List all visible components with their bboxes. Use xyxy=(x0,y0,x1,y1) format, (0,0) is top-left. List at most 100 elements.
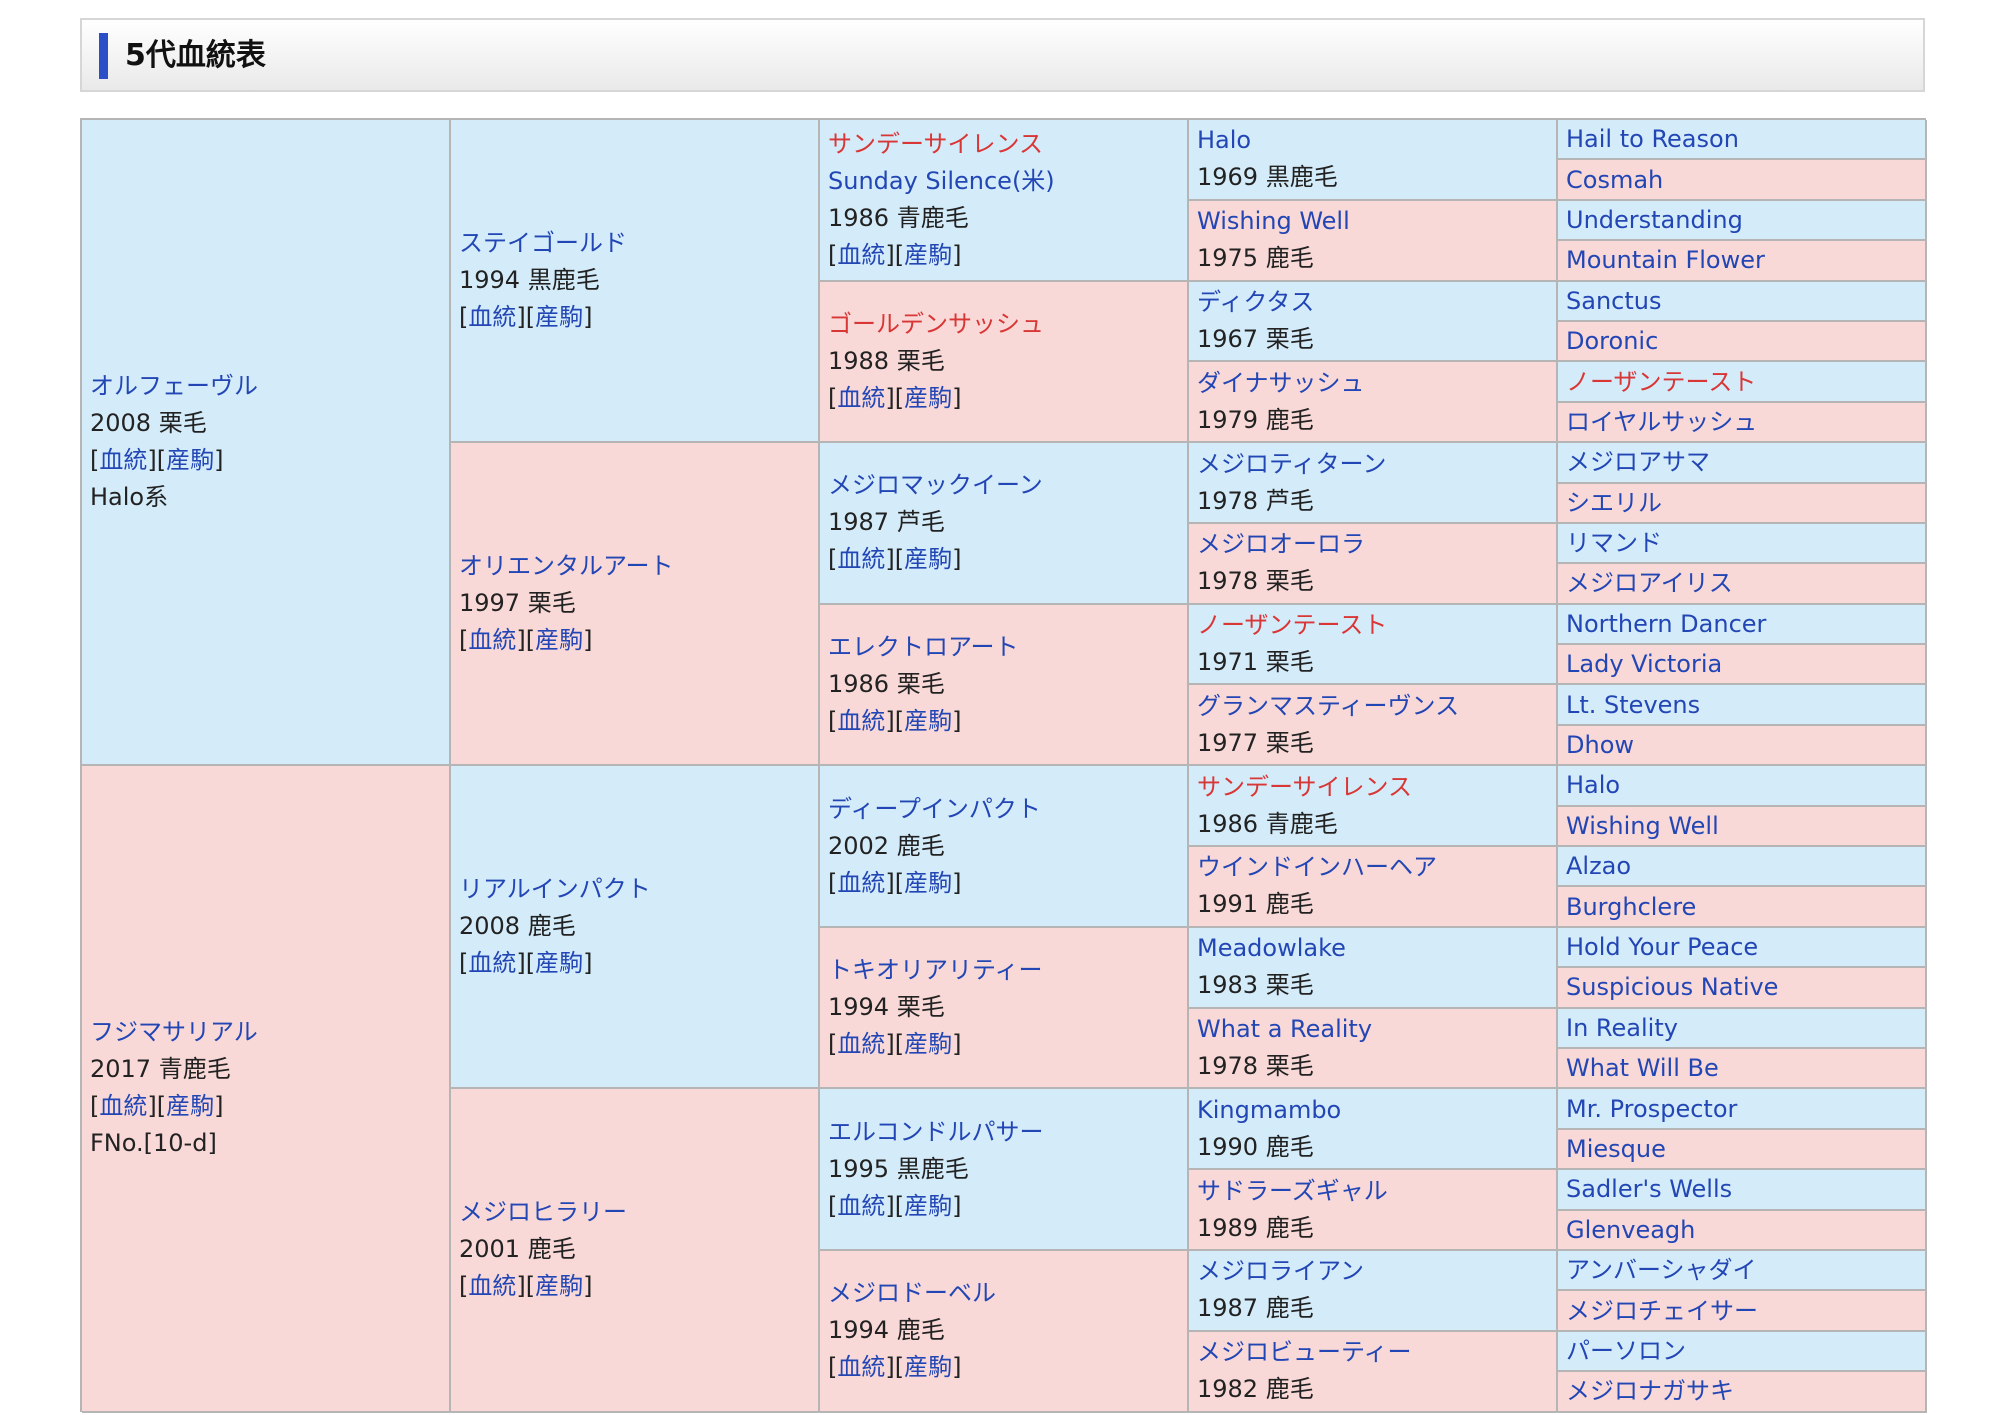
horse-name-link[interactable]: Northern Dancer xyxy=(1566,610,1766,638)
pedigree-cell-gen5-1: Cosmah xyxy=(1558,160,1927,201)
offspring-link[interactable]: 産駒 xyxy=(904,1353,952,1381)
horse-name-link[interactable]: Sanctus xyxy=(1566,287,1661,315)
offspring-link[interactable]: 産駒 xyxy=(166,446,214,474)
bloodline-link[interactable]: 血統 xyxy=(837,1030,885,1058)
horse-name-link[interactable]: ステイゴールド xyxy=(459,229,627,257)
pedigree-cell-gen4-4: メジロティターン 1978 芦毛 xyxy=(1189,443,1558,524)
horse-name-link[interactable]: Meadowlake xyxy=(1197,934,1346,962)
bloodline-link[interactable]: 血統 xyxy=(837,1192,885,1220)
horse-name-link[interactable]: Alzao xyxy=(1566,852,1631,880)
horse-birth-info: 1978 栗毛 xyxy=(1197,567,1314,596)
horse-name-link[interactable]: What a Reality xyxy=(1197,1015,1372,1043)
horse-name-link[interactable]: What Will Be xyxy=(1566,1054,1719,1082)
horse-name-link[interactable]: メジロオーロラ xyxy=(1197,530,1365,558)
horse-name-link[interactable]: Doronic xyxy=(1566,327,1658,355)
bloodline-link[interactable]: 血統 xyxy=(468,626,516,654)
horse-name-link[interactable]: Lady Victoria xyxy=(1566,650,1722,678)
horse-name-link[interactable]: エレクトロアート xyxy=(828,633,1019,661)
offspring-link[interactable]: 産駒 xyxy=(904,707,952,735)
horse-name-link[interactable]: ウインドインハーヘア xyxy=(1197,853,1437,881)
horse-name-link[interactable]: Mr. Prospector xyxy=(1566,1095,1737,1123)
bloodline-link[interactable]: 血統 xyxy=(468,1272,516,1300)
horse-name-link[interactable]: ノーザンテースト xyxy=(1197,611,1387,639)
bloodline-link[interactable]: 血統 xyxy=(837,869,885,897)
pedigree-cell-gen5-25: Miesque xyxy=(1558,1129,1927,1171)
offspring-link[interactable]: 産駒 xyxy=(535,626,583,654)
horse-name-link[interactable]: リマンド xyxy=(1566,529,1662,557)
horse-name-link[interactable]: ロイヤルサッシュ xyxy=(1566,408,1757,436)
horse-name-link[interactable]: パーソロン xyxy=(1566,1337,1686,1365)
horse-name-link[interactable]: Miesque xyxy=(1566,1135,1666,1163)
offspring-link[interactable]: 産駒 xyxy=(904,241,952,269)
horse-name-link[interactable]: Burghclere xyxy=(1566,893,1696,921)
horse-birth-info: 1986 青鹿毛 xyxy=(828,203,969,232)
bloodline-link[interactable]: 血統 xyxy=(99,1092,147,1120)
horse-name-link[interactable]: メジロアサマ xyxy=(1566,448,1710,476)
pedigree-cell-gen2-3: メジロヒラリー 2001 鹿毛 [血統][産駒] xyxy=(451,1089,820,1413)
horse-name-link[interactable]: メジロマックイーン xyxy=(828,471,1043,499)
horse-name-link[interactable]: メジロライアン xyxy=(1197,1257,1364,1285)
horse-name-link[interactable]: In Reality xyxy=(1566,1014,1678,1042)
offspring-link[interactable]: 産駒 xyxy=(166,1092,214,1120)
horse-name-link[interactable]: Kingmambo xyxy=(1197,1096,1341,1124)
horse-name-link[interactable]: Glenveagh xyxy=(1566,1216,1695,1244)
horse-name-link[interactable]: ゴールデンサッシュ xyxy=(828,310,1044,338)
horse-name-link[interactable]: ノーザンテースト xyxy=(1566,368,1756,396)
horse-name-link[interactable]: ディクタス xyxy=(1197,288,1314,316)
horse-name-link[interactable]: アンバーシャダイ xyxy=(1566,1256,1757,1284)
bracket: ] xyxy=(952,1353,962,1382)
horse-name-link[interactable]: Suspicious Native xyxy=(1566,973,1778,1001)
horse-name-link[interactable]: Understanding xyxy=(1566,206,1743,234)
bloodline-link[interactable]: 血統 xyxy=(837,545,885,573)
horse-name-link[interactable]: メジロティターン xyxy=(1197,450,1386,478)
offspring-link[interactable]: 産駒 xyxy=(535,949,583,977)
bloodline-link[interactable]: 血統 xyxy=(837,384,885,412)
bloodline-link[interactable]: 血統 xyxy=(837,241,885,269)
horse-name-link[interactable]: メジロチェイサー xyxy=(1566,1297,1758,1325)
horse-name-link[interactable]: サドラーズギャル xyxy=(1197,1177,1388,1205)
horse-name-link[interactable]: リアルインパクト xyxy=(459,875,651,903)
bloodline-link[interactable]: 血統 xyxy=(468,949,516,977)
horse-name-link[interactable]: メジロヒラリー xyxy=(459,1198,627,1226)
horse-name-link[interactable]: Halo xyxy=(1566,771,1620,799)
horse-name-link[interactable]: Hail to Reason xyxy=(1566,125,1739,153)
offspring-link[interactable]: 産駒 xyxy=(535,303,583,331)
horse-name-link[interactable]: メジロビューティー xyxy=(1197,1338,1412,1366)
horse-name-link[interactable]: サンデーサイレンス xyxy=(1197,773,1412,801)
bloodline-link[interactable]: 血統 xyxy=(468,303,516,331)
offspring-link[interactable]: 産駒 xyxy=(904,1192,952,1220)
offspring-link[interactable]: 産駒 xyxy=(904,545,952,573)
horse-name-en-link[interactable]: Sunday Silence(米) xyxy=(828,167,1055,195)
horse-name-link[interactable]: メジロドーベル xyxy=(828,1279,996,1307)
horse-name-link[interactable]: Mountain Flower xyxy=(1566,246,1765,274)
horse-name-link[interactable]: シエリル xyxy=(1566,489,1662,517)
offspring-link[interactable]: 産駒 xyxy=(904,384,952,412)
horse-name-link[interactable]: トキオリアリティー xyxy=(828,956,1043,984)
horse-name-link[interactable]: Hold Your Peace xyxy=(1566,933,1758,961)
horse-name-link[interactable]: Wishing Well xyxy=(1566,812,1719,840)
horse-name-link[interactable]: Dhow xyxy=(1566,731,1634,759)
horse-name-link[interactable]: サンデーサイレンス xyxy=(828,130,1043,158)
horse-name-link[interactable]: Lt. Stevens xyxy=(1566,691,1700,719)
offspring-link[interactable]: 産駒 xyxy=(904,1030,952,1058)
offspring-link[interactable]: 産駒 xyxy=(904,869,952,897)
horse-name-link[interactable]: メジロアイリス xyxy=(1566,569,1733,597)
horse-name-link[interactable]: Cosmah xyxy=(1566,166,1663,194)
bloodline-link[interactable]: 血統 xyxy=(837,707,885,735)
pedigree-cell-gen4-5: メジロオーロラ 1978 栗毛 xyxy=(1189,523,1558,605)
horse-name-link[interactable]: オルフェーヴル xyxy=(90,372,258,400)
horse-name-link[interactable]: フジマサリアル xyxy=(90,1018,258,1046)
horse-name-link[interactable]: Halo xyxy=(1197,126,1251,154)
horse-name-link[interactable]: ディープインパクト xyxy=(828,795,1041,823)
horse-name-link[interactable]: Wishing Well xyxy=(1197,207,1350,235)
horse-name-link[interactable]: オリエンタルアート xyxy=(459,552,674,580)
horse-name-link[interactable]: エルコンドルパサー xyxy=(828,1118,1044,1146)
offspring-link[interactable]: 産駒 xyxy=(535,1272,583,1300)
bloodline-link[interactable]: 血統 xyxy=(99,446,147,474)
bloodline-link[interactable]: 血統 xyxy=(837,1353,885,1381)
horse-name-link[interactable]: ダイナサッシュ xyxy=(1197,369,1365,397)
horse-name-link[interactable]: メジロナガサキ xyxy=(1566,1377,1734,1405)
horse-name-link[interactable]: グランマスティーヴンス xyxy=(1197,692,1459,720)
horse-name-link[interactable]: Sadler's Wells xyxy=(1566,1175,1732,1203)
pedigree-cell-gen5-5: Doronic xyxy=(1558,321,1927,363)
